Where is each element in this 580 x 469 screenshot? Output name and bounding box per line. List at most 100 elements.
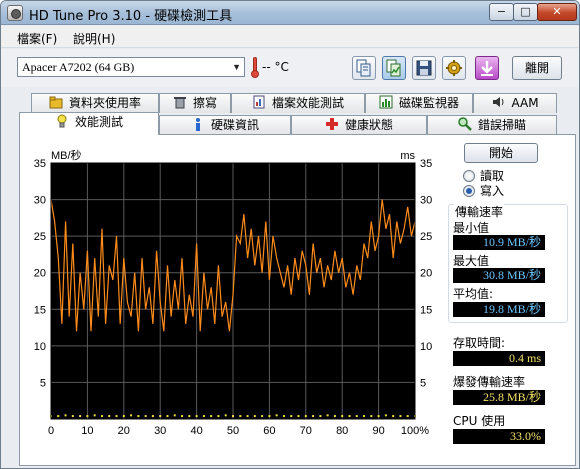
tab-drive-info[interactable]: 硬碟資訊 — [159, 115, 291, 134]
tab-error-scan[interactable]: 錯誤掃瞄 — [427, 115, 557, 134]
chart-point-access-time — [253, 415, 256, 418]
speaker-icon — [491, 95, 505, 109]
chart-point-access-time — [290, 415, 293, 418]
chart-point-access-time — [224, 414, 227, 417]
chart-point-access-time — [166, 415, 169, 418]
avg-value: 19.8 MB/秒 — [453, 302, 545, 317]
chart-xtick: 100% — [401, 425, 429, 437]
save-button[interactable] — [412, 56, 436, 80]
drive-select-value: Apacer A7202 (64 GB) — [22, 60, 135, 74]
chart-ytick-left: 25 — [34, 231, 46, 243]
bulb-icon — [55, 114, 69, 128]
chart-point-access-time — [341, 415, 344, 418]
chart-point-access-time — [93, 414, 96, 417]
tab-folder-usage[interactable]: 資料夾使用率 — [31, 93, 159, 113]
chart-point-access-time — [304, 415, 307, 418]
chart-ytick-right: 25 — [420, 231, 432, 243]
chart-xtick: 90 — [372, 425, 384, 437]
chart-point-access-time — [370, 415, 373, 418]
chart-xtick: 10 — [81, 425, 93, 437]
tab-file-benchmark[interactable]: 檔案效能測試 — [231, 93, 365, 113]
chart-point-access-time — [217, 415, 220, 418]
chart-point-access-time — [79, 415, 82, 418]
drive-select[interactable]: Apacer A7202 (64 GB) ▼ — [17, 57, 245, 77]
magnifier-icon — [458, 117, 472, 131]
burst-rate-label: 爆發傳輸速率 — [453, 375, 526, 389]
cpu-usage-value: 33.0% — [453, 429, 545, 444]
start-button[interactable]: 開始 — [464, 143, 538, 163]
chart-point-access-time — [275, 414, 278, 417]
tab-health-label: 健康狀態 — [344, 118, 393, 132]
download-icon — [476, 57, 498, 79]
exit-button[interactable]: 離開 — [512, 56, 562, 80]
options-button[interactable] — [442, 56, 466, 80]
chart-point-access-time — [151, 415, 154, 418]
chart-point-access-time — [122, 415, 125, 418]
download-button[interactable] — [475, 56, 499, 80]
read-option[interactable]: 讀取 — [463, 169, 504, 183]
folder-icon — [49, 95, 63, 109]
chart-point-access-time — [363, 415, 366, 418]
tab-benchmark[interactable]: 效能測試 — [19, 112, 159, 135]
info-icon — [191, 117, 205, 131]
chart-point-access-time — [392, 415, 395, 418]
title-bar[interactable]: HD Tune Pro 3.10 - 硬碟檢測工具 − □ ✕ — [1, 1, 579, 25]
tab-error-scan-label: 錯誤掃瞄 — [477, 118, 526, 132]
copy-active-icon — [383, 57, 405, 79]
chart-point-access-time — [188, 415, 191, 418]
tab-disk-monitor-label: 磁碟監視器 — [398, 96, 459, 110]
chart-point-access-time — [319, 415, 322, 418]
tab-benchmark-label: 效能測試 — [74, 115, 123, 129]
chart-point-access-time — [195, 415, 198, 418]
tab-disk-monitor[interactable]: 磁碟監視器 — [365, 93, 473, 113]
chart-point-access-time — [232, 415, 234, 418]
health-cross-icon — [325, 117, 339, 131]
tab-aam[interactable]: AAM — [473, 93, 557, 113]
write-option[interactable]: 寫入 — [463, 184, 504, 198]
copy-screenshot-button[interactable] — [382, 56, 406, 80]
copy-info-button[interactable] — [352, 56, 376, 80]
chart-point-access-time — [108, 415, 111, 418]
tab-erase[interactable]: 擦寫 — [159, 93, 231, 113]
window-title: HD Tune Pro 3.10 - 硬碟檢測工具 — [29, 9, 233, 24]
benchmark-chart: 35 35 30 30 25 25 20 20 15 15 10 10 5 5 0 10 20 30 40 50 60 7… — [24, 146, 438, 438]
chart-xtick: 0 — [48, 425, 54, 437]
close-button[interactable]: ✕ — [537, 3, 577, 21]
chart-ytick-left: 15 — [34, 304, 46, 316]
cpu-usage-label: CPU 使用 — [453, 414, 506, 428]
maximize-button[interactable]: □ — [513, 3, 538, 21]
chart-ytick-left: 20 — [34, 268, 46, 280]
chart-point-access-time — [297, 415, 300, 418]
tab-health[interactable]: 健康狀態 — [291, 115, 427, 134]
chart-point-access-time — [86, 415, 89, 418]
chart-point-access-time — [246, 415, 249, 418]
menu-file[interactable]: 檔案(F) — [17, 30, 57, 47]
chart-point-access-time — [115, 415, 118, 418]
max-value: 30.8 MB/秒 — [453, 268, 545, 283]
chart-xtick: 60 — [263, 425, 275, 437]
chart-ytick-right: 30 — [420, 195, 432, 207]
copy-icon — [353, 57, 375, 79]
chart-ytick-right: 10 — [420, 341, 432, 353]
hd-tune-icon — [7, 5, 23, 21]
chart-point-access-time — [384, 414, 387, 417]
chart-point-access-time — [406, 415, 409, 418]
chart-point-access-time — [210, 415, 213, 418]
minimize-button[interactable]: − — [489, 3, 514, 21]
options-icon — [443, 57, 465, 79]
chevron-down-icon[interactable]: ▼ — [232, 58, 241, 76]
chart-xtick: 80 — [336, 425, 348, 437]
access-time-label: 存取時間: — [453, 336, 506, 350]
chart-point-access-time — [173, 414, 176, 417]
chart-xtick: 40 — [190, 425, 202, 437]
transfer-rate-title: 傳輸速率 — [454, 203, 505, 220]
app-window: HD Tune Pro 3.10 - 硬碟檢測工具 − □ ✕ 檔案(F) 說明… — [0, 0, 580, 469]
menu-help[interactable]: 說明(H) — [73, 30, 115, 47]
monitor-icon — [379, 95, 393, 109]
read-radio[interactable] — [463, 170, 475, 182]
write-radio[interactable] — [463, 185, 475, 197]
chart-xtick: 50 — [227, 425, 239, 437]
chart-ytick-right: 35 — [420, 158, 432, 170]
chart-point-access-time — [137, 415, 140, 418]
chart-point-access-time — [312, 415, 315, 418]
